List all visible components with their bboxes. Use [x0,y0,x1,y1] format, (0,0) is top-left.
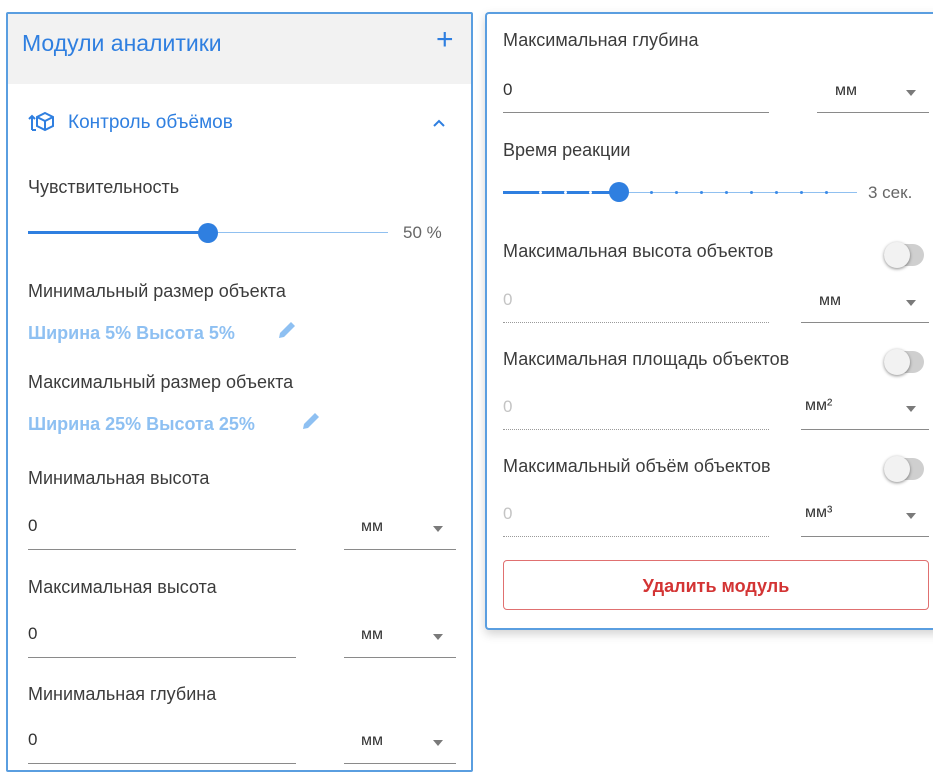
max-object-height-input[interactable]: 0 [503,290,512,310]
module-settings-popup: Максимальная глубина 0 мм Время реакции … [485,12,933,630]
slider-tick [700,191,703,194]
min-depth-input[interactable]: 0 [28,730,37,750]
module-title[interactable]: Контроль объёмов [68,112,233,134]
modules-panel: Модули аналитики + Контроль объёмов Чувс… [6,12,473,772]
dropdown-caret-icon[interactable] [433,634,443,640]
max-object-area-label: Максимальная площадь объектов [503,349,790,369]
max-object-height-unit-underline [801,322,929,323]
toggle-knob [884,456,910,482]
max-height-underline [28,657,296,658]
min-height-unit-select[interactable]: мм [361,518,383,536]
max-object-volume-label: Максимальный объём объектов [503,456,771,476]
reaction-time-slider-thumb[interactable] [609,182,629,202]
max-depth-underline [503,112,769,113]
max-object-area-unit-select[interactable]: мм² [805,397,832,415]
pencil-icon[interactable] [300,410,322,432]
sensitivity-slider-thumb[interactable] [198,223,218,243]
max-object-volume-input[interactable]: 0 [503,504,512,524]
delete-module-button[interactable]: Удалить модуль [503,560,929,610]
slider-tick [650,191,653,194]
max-object-height-toggle[interactable] [884,242,924,268]
min-depth-unit-select[interactable]: мм [361,732,383,750]
max-object-area-toggle[interactable] [884,349,924,375]
dropdown-caret-icon[interactable] [433,526,443,532]
reaction-time-track[interactable] [619,192,857,193]
dropdown-caret-icon[interactable] [906,513,916,519]
slider-tick [775,191,778,194]
slider-tick [725,191,728,194]
reaction-time-label: Время реакции [503,140,631,160]
add-module-button[interactable]: + [436,25,454,55]
slider-tick [675,191,678,194]
slider-tick [564,191,567,194]
dropdown-caret-icon[interactable] [906,406,916,412]
min-depth-unit-underline [344,763,456,764]
slider-tick [825,191,828,194]
dropdown-caret-icon[interactable] [906,300,916,306]
sensitivity-value: 50 % [403,223,442,242]
slider-tick [539,191,542,194]
max-object-height-underline [503,322,769,323]
max-height-unit-select[interactable]: мм [361,626,383,644]
min-size-value[interactable]: Ширина 5% Высота 5% [28,323,235,344]
max-depth-input[interactable]: 0 [503,80,512,100]
panel-title: Модули аналитики [22,30,222,56]
reaction-time-value: 3 сек. [868,183,913,202]
reaction-time-track-filled[interactable] [503,191,619,194]
max-object-volume-underline [503,536,769,537]
min-depth-label: Минимальная глубина [28,684,217,704]
min-height-unit-underline [344,549,456,550]
min-height-underline [28,549,296,550]
max-depth-label: Максимальная глубина [503,30,699,50]
slider-tick [800,191,803,194]
max-size-value[interactable]: Ширина 25% Высота 25% [28,414,255,435]
max-object-volume-unit-underline [801,536,929,537]
chevron-up-icon[interactable] [432,118,446,128]
max-height-label: Максимальная высота [28,577,217,597]
min-height-input[interactable]: 0 [28,516,37,536]
max-size-label: Максимальный размер объекта [28,372,294,392]
dropdown-caret-icon[interactable] [906,90,916,96]
max-object-volume-unit-select[interactable]: мм³ [805,504,832,522]
sensitivity-label: Чувствительность [28,177,180,197]
max-object-height-unit-select[interactable]: мм [819,292,841,310]
max-object-height-label: Максимальная высота объектов [503,241,774,261]
sensitivity-track-filled[interactable] [28,231,208,234]
max-object-area-input[interactable]: 0 [503,397,512,417]
max-depth-unit-underline [817,112,929,113]
max-height-input[interactable]: 0 [28,624,37,644]
max-depth-unit-select[interactable]: мм [835,82,857,100]
max-object-area-unit-underline [801,429,929,430]
pencil-icon[interactable] [276,319,298,341]
min-height-label: Минимальная высота [28,468,210,488]
max-object-volume-toggle[interactable] [884,456,924,482]
max-object-area-underline [503,429,769,430]
min-depth-underline [28,763,296,764]
slider-tick [589,191,592,194]
volume-cube-icon [28,111,54,132]
max-height-unit-underline [344,657,456,658]
dropdown-caret-icon[interactable] [433,740,443,746]
toggle-knob [884,242,910,268]
sensitivity-track[interactable] [208,232,388,233]
min-size-label: Минимальный размер объекта [28,281,286,301]
toggle-knob [884,349,910,375]
slider-tick [750,191,753,194]
